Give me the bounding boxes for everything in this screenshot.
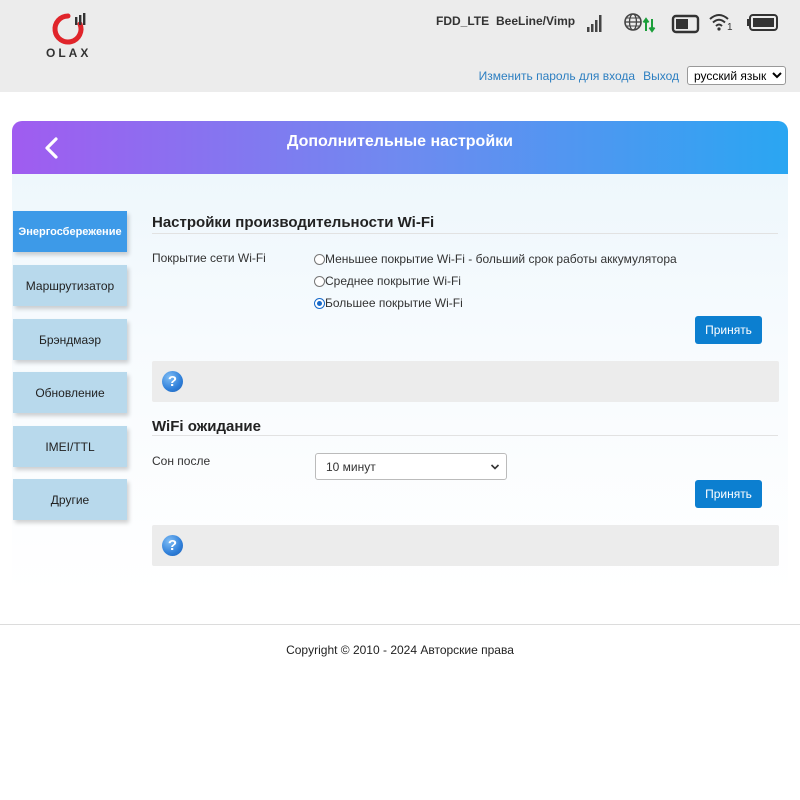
radio-button[interactable] (314, 253, 325, 265)
coverage-option-label: Меньшее покрытие Wi-Fi - больший срок ра… (325, 252, 677, 266)
chevron-down-icon (490, 464, 500, 470)
footer-divider (0, 624, 800, 625)
page-banner: Дополнительные настройки (12, 121, 788, 174)
wifi-performance-title: Настройки производительности Wi-Fi (152, 214, 435, 231)
battery-icon (747, 14, 778, 31)
sleep-timeout-value: 10 минут (326, 459, 376, 474)
sleep-timeout-select[interactable]: 10 минут (315, 453, 507, 480)
page-title: Дополнительные настройки (287, 133, 513, 150)
logo-text: OLAX (46, 46, 92, 60)
footer-copyright: Copyright © 2010 - 2024 Авторские права (286, 643, 514, 657)
top-nav: Изменить пароль для входа Выход русский … (479, 66, 786, 85)
help-icon[interactable]: ? (162, 535, 183, 556)
coverage-option-label: Среднее покрытие Wi-Fi (325, 274, 461, 288)
sim-card-icon (671, 14, 700, 34)
change-password-link[interactable]: Изменить пароль для входа (479, 69, 635, 83)
wifi-clients-count: 1 (727, 22, 733, 33)
operator-name: BeeLine/Vimp (496, 14, 576, 28)
sidebar-item-imei-ttl[interactable]: IMEI/TTL (13, 426, 127, 467)
sidebar-item-other[interactable]: Другие (13, 479, 127, 520)
coverage-option-label: Большее покрытие Wi-Fi (325, 296, 463, 310)
wifi-sleep-title: WiFi ожидание (152, 418, 261, 435)
coverage-option-medium[interactable]: Среднее покрытие Wi-Fi (314, 274, 461, 288)
network-type: FDD_LTE (436, 14, 490, 28)
language-select[interactable]: русский язык (687, 66, 786, 85)
logout-link[interactable]: Выход (643, 69, 679, 83)
radio-button-checked[interactable] (314, 297, 325, 309)
wifi-coverage-label: Покрытие сети Wi-Fi (152, 251, 266, 265)
section-divider (152, 233, 778, 234)
sidebar-item-router[interactable]: Маршрутизатор (13, 265, 127, 306)
help-box-coverage: ? (152, 361, 779, 402)
sidebar-item-power-saving[interactable]: Энергосбережение (13, 211, 127, 252)
header: OLAX FDD_LTE BeeLine/Vimp 1 Изменить пар… (0, 0, 800, 92)
apply-coverage-button[interactable]: Принять (695, 316, 762, 344)
sidebar-item-update[interactable]: Обновление (13, 372, 127, 413)
apply-sleep-button[interactable]: Принять (695, 480, 762, 508)
sidebar-item-firewall[interactable]: Брэндмаэр (13, 319, 127, 360)
coverage-option-high[interactable]: Большее покрытие Wi-Fi (314, 296, 463, 310)
sleep-after-label: Сон после (152, 454, 211, 468)
internet-globe-icon (624, 13, 656, 33)
help-icon[interactable]: ? (162, 371, 183, 392)
radio-button[interactable] (314, 275, 325, 287)
help-box-sleep: ? (152, 525, 779, 566)
signal-strength-icon (587, 15, 602, 32)
section-divider (152, 435, 778, 436)
coverage-option-low[interactable]: Меньшее покрытие Wi-Fi - больший срок ра… (314, 252, 677, 266)
